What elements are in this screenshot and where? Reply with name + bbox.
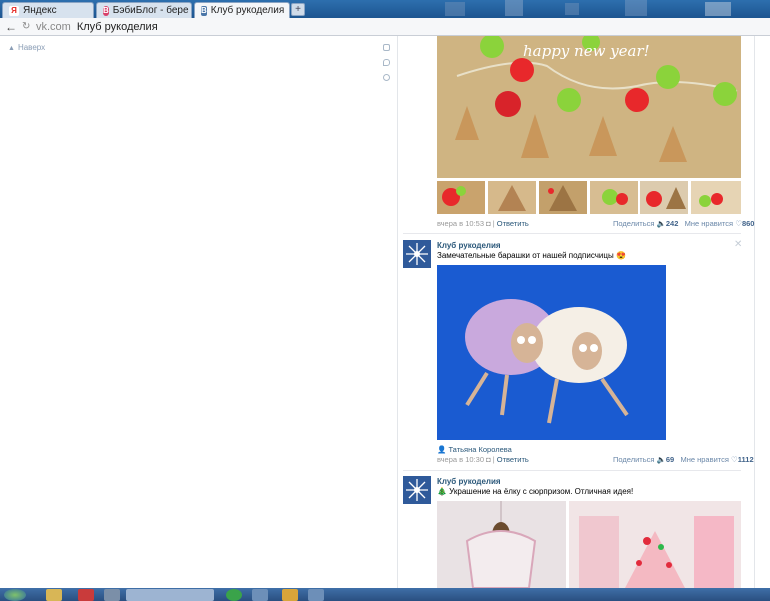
tab-babyblog[interactable]: B БэбиБлог - бере <box>96 2 192 18</box>
post-meta-2: вчера в 10:30 ◘ | Ответить <box>437 455 529 464</box>
post-photo-new-year-garland[interactable]: happy new year! <box>437 36 741 178</box>
triangle-up-icon: ▲ <box>8 45 15 52</box>
window-background <box>305 0 770 18</box>
gear-icon[interactable] <box>383 74 390 81</box>
new-tab-button[interactable]: + <box>291 3 305 16</box>
post-separator <box>403 470 741 471</box>
app-icon[interactable] <box>226 589 242 601</box>
column-divider <box>397 36 398 588</box>
share-icon: 🔈 <box>656 219 666 228</box>
share-count: 69 <box>665 455 675 464</box>
thumbnail-1[interactable] <box>437 181 485 214</box>
vk-icon: В <box>201 5 207 16</box>
share-icon: 🔈 <box>656 455 666 464</box>
reply-link[interactable]: Ответить <box>497 219 529 228</box>
comment-icon: ◘ <box>486 219 491 228</box>
post-photo-sheep[interactable] <box>437 265 666 440</box>
tree-cookie-illustration <box>579 516 734 588</box>
app-icon[interactable] <box>252 589 268 601</box>
new-year-garland-illustration: happy new year! <box>455 36 738 162</box>
address-domain[interactable]: vk.com <box>36 21 71 33</box>
pinecone-ornament-illustration <box>465 501 537 588</box>
explorer-icon[interactable] <box>46 589 62 601</box>
sheep-craft-illustration <box>465 299 629 424</box>
start-button-icon[interactable] <box>4 589 26 601</box>
comment-icon: ◘ <box>486 455 491 464</box>
tab-label: БэбиБлог - бере <box>112 5 189 16</box>
address-bar: ← ↻ vk.com Клуб рукоделия <box>0 18 770 36</box>
post-actions-1: Поделиться 🔈242 Мне нравится ♡860 <box>613 219 754 228</box>
thumbnail-3[interactable] <box>539 181 587 214</box>
thumbnail-4[interactable] <box>590 181 638 214</box>
snowflake-icon <box>406 243 428 265</box>
tab-vk-club[interactable]: В Клуб рукоделия × <box>194 2 290 18</box>
close-icon[interactable]: ✕ <box>734 239 742 250</box>
app-icon[interactable] <box>78 589 94 601</box>
tab-yandex[interactable]: Я Яндекс <box>2 2 94 18</box>
heart-icon: ♡ <box>731 455 738 464</box>
user-icon: 👤 <box>437 445 447 454</box>
group-name[interactable]: Клуб рукоделия <box>437 241 501 250</box>
author-name[interactable]: Татьяна Королева <box>448 445 511 454</box>
like-label[interactable]: Мне нравится <box>680 455 728 464</box>
like-label[interactable]: Мне нравится <box>685 219 733 228</box>
windows-taskbar <box>0 588 770 601</box>
post-photo-ornament-2[interactable] <box>569 501 741 588</box>
thumbnail-5[interactable] <box>640 181 688 214</box>
app-icon[interactable] <box>104 589 120 601</box>
scroll-to-top-link[interactable]: ▲ Наверх <box>8 43 45 52</box>
tab-label: Клуб рукоделия <box>210 5 285 16</box>
avatar[interactable] <box>403 476 431 504</box>
post-separator <box>403 233 741 234</box>
yandex-icon: Я <box>9 5 19 16</box>
snowflake-icon <box>406 479 428 501</box>
post-text: Замечательные барашки от нашей подписчиц… <box>437 251 626 260</box>
group-name[interactable]: Клуб рукоделия <box>437 477 501 486</box>
post-meta-1: вчера в 10:53 ◘ | Ответить <box>437 219 529 228</box>
reload-icon[interactable]: ↻ <box>22 21 34 32</box>
close-tab-icon[interactable]: × <box>284 6 289 16</box>
post-time[interactable]: вчера в 10:53 <box>437 219 484 228</box>
heart-icon: ♡ <box>735 219 742 228</box>
avatar[interactable] <box>403 240 431 268</box>
thumbnail-2[interactable] <box>488 181 536 214</box>
app-icon[interactable] <box>282 589 298 601</box>
post-actions-2: Поделиться 🔈69 Мне нравится ♡1112 <box>613 455 754 464</box>
mail-icon[interactable] <box>383 44 390 51</box>
reply-link[interactable]: Ответить <box>497 455 529 464</box>
address-page-title[interactable]: Клуб рукоделия <box>77 21 158 33</box>
back-arrow-icon[interactable]: ← <box>0 20 22 34</box>
page-content: ▲ Наверх happy new year! вчера в 10:53 ◘… <box>0 36 770 588</box>
share-count: 242 <box>665 219 679 228</box>
thumbnail-6[interactable] <box>691 181 741 214</box>
desktop-wallpaper <box>445 0 731 16</box>
scroll-to-top-label: Наверх <box>17 43 46 52</box>
column-divider <box>754 36 755 588</box>
like-count: 860 <box>741 219 755 228</box>
taskbar-active-window[interactable] <box>126 589 214 601</box>
post-image-lettering: happy new year! <box>523 42 650 60</box>
chat-icon[interactable] <box>383 59 390 66</box>
app-icon[interactable] <box>308 589 324 601</box>
post-time[interactable]: вчера в 10:30 <box>437 455 484 464</box>
share-label[interactable]: Поделиться <box>613 455 654 464</box>
babyblog-icon: B <box>103 5 109 16</box>
tab-label: Яндекс <box>23 5 57 16</box>
photo-author[interactable]: 👤 Татьяна Королева <box>437 445 512 454</box>
post-text: 🎄 Украшение на ёлку с сюрпризом. Отлична… <box>437 487 634 496</box>
post-photo-ornament-1[interactable] <box>437 501 566 588</box>
browser-tab-bar: Я Яндекс B БэбиБлог - бере В Клуб рукоде… <box>0 0 770 18</box>
share-label[interactable]: Поделиться <box>613 219 654 228</box>
like-count: 1112 <box>737 455 754 464</box>
